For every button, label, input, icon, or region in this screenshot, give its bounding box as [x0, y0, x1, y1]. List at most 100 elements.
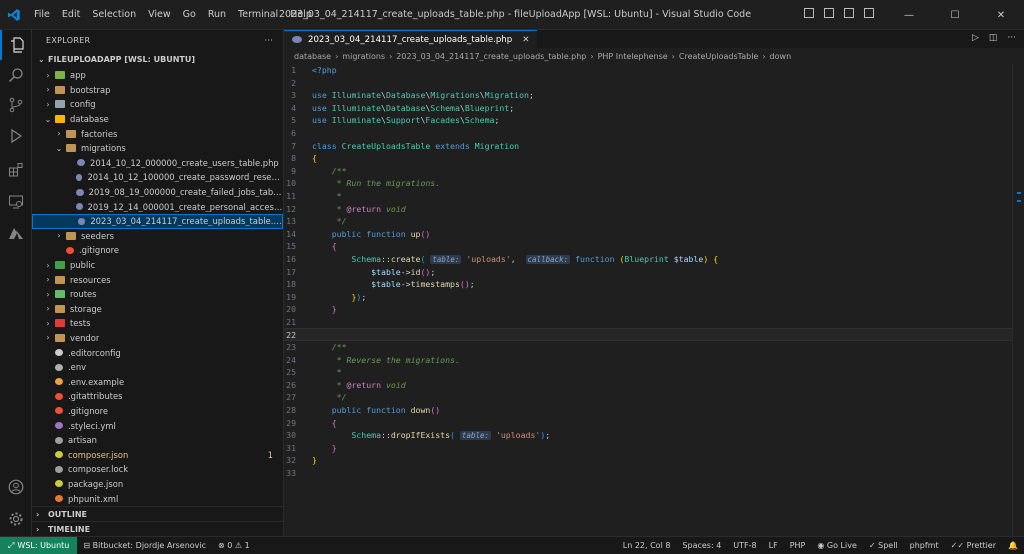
- close-button[interactable]: ✕: [978, 0, 1024, 30]
- line-number: 10: [286, 178, 296, 189]
- tree-file[interactable]: .env.example: [32, 374, 283, 389]
- menu-view[interactable]: View: [142, 0, 177, 30]
- editor-scrollbar[interactable]: [1012, 64, 1024, 536]
- tree-file[interactable]: phpunit.xml: [32, 491, 283, 506]
- toggle-secondary-sidebar-icon[interactable]: [844, 8, 854, 18]
- folder-database-icon: [55, 115, 65, 124]
- tree-file[interactable]: .gitignore: [32, 243, 283, 258]
- maximize-button[interactable]: ☐: [932, 0, 978, 30]
- split-editor-icon[interactable]: ◫: [989, 33, 998, 43]
- toggle-sidebar-icon[interactable]: [804, 8, 814, 18]
- customize-layout-icon[interactable]: [864, 8, 874, 18]
- tree-folder[interactable]: › resources: [32, 272, 283, 287]
- tree-folder[interactable]: › config: [32, 97, 283, 112]
- line-source: }: [312, 455, 317, 466]
- tree-file[interactable]: artisan: [32, 433, 283, 448]
- line-source: {: [331, 241, 337, 252]
- extensions-icon[interactable]: [0, 155, 32, 185]
- line-number: 5: [291, 115, 296, 126]
- tree-folder[interactable]: › storage: [32, 302, 283, 317]
- tree-file[interactable]: .env: [32, 360, 283, 375]
- tree-folder[interactable]: › tests: [32, 316, 283, 331]
- spell-button[interactable]: ✓ Spell: [863, 541, 904, 550]
- more-actions-icon[interactable]: ···: [264, 36, 273, 45]
- tree-file[interactable]: 2014_10_12_100000_create_password_resets…: [32, 170, 283, 185]
- line-source: /**: [331, 165, 347, 176]
- language-mode[interactable]: PHP: [784, 541, 812, 550]
- tree-file[interactable]: .gitignore: [32, 404, 283, 419]
- menu-edit[interactable]: Edit: [56, 0, 86, 30]
- tree-folder[interactable]: › app: [32, 68, 283, 83]
- indentation[interactable]: Spaces: 4: [676, 541, 727, 550]
- tree-folder[interactable]: › seeders: [32, 229, 283, 244]
- tree-folder[interactable]: › bootstrap: [32, 83, 283, 98]
- code-line: 19 });: [284, 291, 1024, 304]
- bitbucket-status[interactable]: ⊟ Bitbucket: Djordje Arsenovic: [77, 541, 212, 550]
- tree-file[interactable]: .styleci.yml: [32, 418, 283, 433]
- line-number: 14: [286, 228, 296, 239]
- prettier-label: Prettier: [966, 541, 997, 550]
- outline-section[interactable]: › OUTLINE: [32, 506, 284, 521]
- tree-folder[interactable]: › vendor: [32, 331, 283, 346]
- code-line: 31 }: [284, 442, 1024, 455]
- warning-count: 1: [244, 541, 250, 550]
- minimize-button[interactable]: —: [886, 0, 932, 30]
- code-line: 25 *: [284, 366, 1024, 379]
- tree-file[interactable]: package.json: [32, 477, 283, 492]
- tree-file[interactable]: composer.lock: [32, 462, 283, 477]
- timeline-section[interactable]: › TIMELINE: [32, 521, 284, 536]
- explorer-icon[interactable]: [0, 30, 32, 60]
- tree-file[interactable]: 2019_08_19_000000_create_failed_jobs_tab…: [32, 185, 283, 200]
- settings-gear-icon[interactable]: [0, 504, 32, 534]
- encoding[interactable]: UTF-8: [727, 541, 762, 550]
- breadcrumb-item[interactable]: PHP Intelephense: [598, 52, 668, 61]
- breadcrumb-item[interactable]: CreateUploadsTable: [679, 52, 758, 61]
- search-icon[interactable]: [0, 60, 32, 90]
- toggle-panel-icon[interactable]: [824, 8, 834, 18]
- account-icon[interactable]: [0, 472, 32, 502]
- menu-file[interactable]: File: [28, 0, 56, 30]
- line-number: 25: [286, 367, 296, 378]
- run-debug-icon[interactable]: [0, 121, 32, 151]
- remote-explorer-icon[interactable]: [0, 187, 32, 217]
- source-control-icon[interactable]: [0, 90, 32, 120]
- tree-folder[interactable]: ⌄ database: [32, 112, 283, 127]
- breadcrumb-item[interactable]: database: [294, 52, 331, 61]
- remote-indicator[interactable]: ⤢ WSL: Ubuntu: [0, 536, 78, 554]
- breadcrumb-item[interactable]: 2023_03_04_214117_create_uploads_table.p…: [396, 52, 586, 61]
- tree-file[interactable]: .gitattributes: [32, 389, 283, 404]
- menu-run[interactable]: Run: [202, 0, 232, 30]
- menu-go[interactable]: Go: [177, 0, 202, 30]
- problems-status[interactable]: ⊗ 0 ⚠ 1: [212, 541, 256, 550]
- tree-folder[interactable]: › routes: [32, 287, 283, 302]
- chevron-right-icon: ›: [46, 99, 50, 109]
- tree-folder[interactable]: ⌄ migrations: [32, 141, 283, 156]
- cursor-position[interactable]: Ln 22, Col 8: [617, 541, 677, 550]
- end-of-line[interactable]: LF: [763, 541, 784, 550]
- line-source: public function down(): [331, 405, 441, 416]
- tree-folder[interactable]: › factories: [32, 126, 283, 141]
- run-file-icon[interactable]: ▷: [972, 33, 979, 43]
- close-tab-icon[interactable]: ✕: [522, 35, 529, 45]
- tab-active-file[interactable]: 2023_03_04_214117_create_uploads_table.p…: [284, 30, 538, 48]
- tree-file[interactable]: .editorconfig: [32, 345, 283, 360]
- menu-selection[interactable]: Selection: [86, 0, 142, 30]
- code-editor[interactable]: 1 <?php 2 3 use Illuminate\Database\Migratio…: [284, 64, 1024, 480]
- workspace-root[interactable]: ⌄ FILEUPLOADAPP [WSL: UBUNTU]: [32, 50, 283, 68]
- breadcrumb-item[interactable]: down: [770, 52, 792, 61]
- more-editor-actions-icon[interactable]: ···: [1007, 33, 1016, 43]
- tree-file[interactable]: composer.json 1: [32, 447, 283, 462]
- go-live-button[interactable]: ◉ Go Live: [811, 541, 863, 550]
- phpfmt-button[interactable]: phpfmt: [904, 541, 945, 550]
- tree-file[interactable]: 2019_12_14_000001_create_personal_access…: [32, 199, 283, 214]
- line-source: * Run the migrations.: [331, 178, 441, 189]
- tree-file[interactable]: 2014_10_12_000000_create_users_table.php: [32, 156, 283, 171]
- breadcrumb-item[interactable]: migrations: [342, 52, 385, 61]
- prettier-button[interactable]: ✓✓ Prettier: [945, 541, 1002, 550]
- tree-folder[interactable]: › public: [32, 258, 283, 273]
- azure-icon[interactable]: [0, 219, 32, 249]
- code-line: 17 $table->id();: [284, 266, 1024, 279]
- tree-file[interactable]: 2023_03_04_214117_create_uploads_table.p…: [32, 213, 283, 229]
- line-number: 17: [286, 266, 296, 277]
- notifications-bell-icon[interactable]: 🔔: [1002, 541, 1024, 550]
